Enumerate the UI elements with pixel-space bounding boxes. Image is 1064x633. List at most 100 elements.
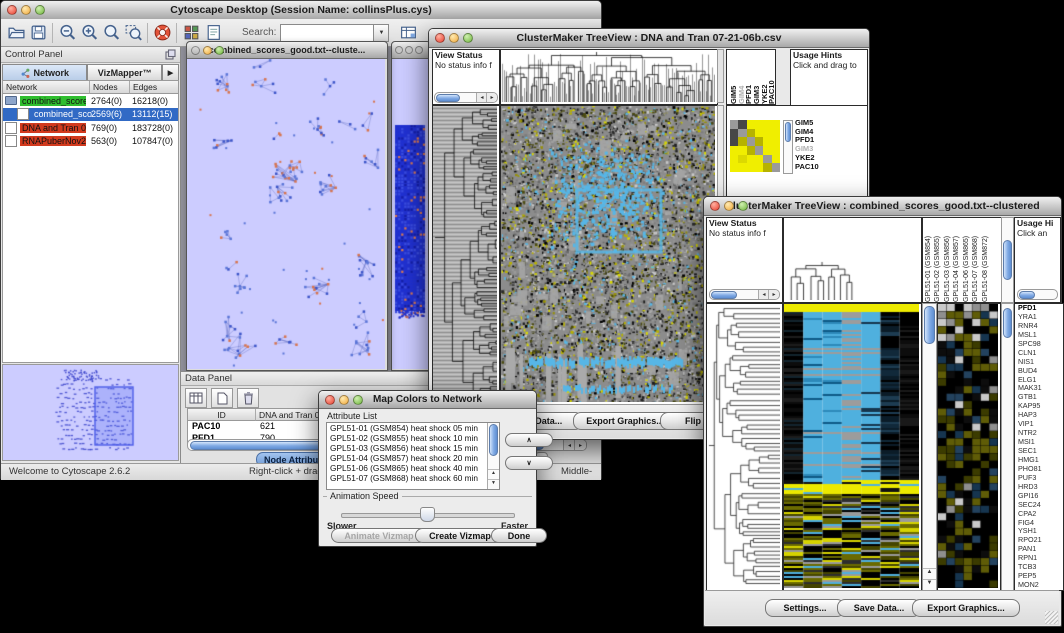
export-graphics-button[interactable]: Export Graphics... [912, 599, 1020, 617]
similarity-cell[interactable] [755, 163, 763, 172]
tv2-gene-vscrollbar[interactable] [1001, 303, 1014, 591]
similarity-cell[interactable] [730, 146, 738, 155]
attribute-list-item[interactable]: GPL51-01 (GSM854) heat shock 05 min [327, 423, 499, 433]
treeview1-titlebar[interactable]: ClusterMaker TreeView : DNA and Tran 07-… [429, 29, 869, 48]
similarity-cell[interactable] [747, 163, 755, 172]
settings-button[interactable]: Settings... [765, 599, 845, 617]
attribute-listbox[interactable]: GPL51-01 (GSM854) heat shock 05 minGPL51… [326, 422, 500, 490]
similarity-cell[interactable] [747, 146, 755, 155]
similarity-cell[interactable] [763, 155, 771, 164]
zoom-window-icon[interactable] [353, 395, 363, 405]
similarity-cell[interactable] [755, 146, 763, 155]
minimize-icon[interactable] [339, 395, 349, 405]
delete-attribute-trash-icon[interactable] [237, 388, 259, 408]
tv1-zoom-vscrollbar[interactable] [783, 120, 793, 174]
similarity-cell[interactable] [738, 129, 746, 138]
similarity-cell[interactable] [763, 137, 771, 146]
similarity-cell[interactable] [738, 120, 746, 129]
select-attributes-icon[interactable] [185, 388, 207, 408]
scroll-right-icon[interactable]: ▸ [486, 93, 497, 102]
tv2-collabel-vscrollbar[interactable] [1001, 217, 1014, 303]
minimize-icon[interactable] [203, 46, 212, 55]
column-header-nodes[interactable]: Nodes [90, 81, 130, 94]
help-lifering-icon[interactable] [151, 22, 173, 44]
minimize-icon[interactable] [405, 46, 413, 54]
network-canvas-2[interactable] [392, 59, 428, 369]
attribute-list-item[interactable]: GPL51-03 (GSM856) heat shock 15 min [327, 443, 499, 453]
column-header-network[interactable]: Network [3, 81, 90, 94]
attribute-list-item[interactable]: GPL51-07 (GSM868) heat shock 60 min [327, 473, 499, 483]
tv1-heatmap[interactable] [500, 105, 718, 405]
close-icon[interactable] [435, 33, 445, 43]
search-input[interactable] [280, 24, 374, 42]
close-icon[interactable] [710, 201, 720, 211]
main-titlebar[interactable]: Cytoscape Desktop (Session Name: collins… [1, 1, 601, 20]
similarity-cell[interactable] [747, 155, 755, 164]
tab-network[interactable]: Network [2, 64, 87, 81]
similarity-cell[interactable] [772, 137, 780, 146]
attribute-list-item[interactable]: GPL51-02 (GSM855) heat shock 10 min [327, 433, 499, 443]
similarity-cell[interactable] [730, 163, 738, 172]
zoom-window-icon[interactable] [215, 46, 224, 55]
similarity-cell[interactable] [763, 146, 771, 155]
tv2-status-scrollbar[interactable]: ◂ ▸ [709, 289, 780, 300]
similarity-cell[interactable] [730, 129, 738, 138]
scroll-up-icon[interactable]: ▲ [923, 568, 936, 579]
zoom-in-icon[interactable] [78, 22, 100, 44]
network-canvas[interactable] [187, 59, 385, 369]
similarity-cell[interactable] [763, 163, 771, 172]
zoom-out-icon[interactable] [56, 22, 78, 44]
tab-overflow-icon[interactable]: ▶ [162, 64, 179, 81]
similarity-cell[interactable] [755, 129, 763, 138]
similarity-cell[interactable] [730, 155, 738, 164]
tv2-row-dendrogram[interactable] [706, 303, 783, 591]
animate-vizmap-button[interactable]: Animate Vizmap [331, 528, 427, 543]
scroll-up-icon[interactable]: ▲ [488, 469, 499, 479]
attribute-list-item[interactable]: GPL51-06 (GSM865) heat shock 40 min [327, 463, 499, 473]
column-header-edges[interactable]: Edges [130, 81, 178, 94]
network-overview-canvas[interactable] [3, 365, 178, 460]
similarity-cell[interactable] [738, 155, 746, 164]
network-list-item[interactable]: DNA and Tran 07769(0)183728(0) [3, 121, 178, 135]
similarity-cell[interactable] [772, 155, 780, 164]
search-dropdown-icon[interactable]: ▼ [374, 24, 389, 42]
network-view-2-titlebar[interactable] [392, 42, 430, 59]
zoom-window-icon[interactable] [35, 5, 45, 15]
minimize-icon[interactable] [724, 201, 734, 211]
tv2-column-dendrogram[interactable] [783, 217, 922, 303]
tv2-heatmap[interactable] [783, 303, 922, 591]
close-icon[interactable] [395, 46, 403, 54]
tv1-row-dendrogram[interactable] [432, 105, 500, 405]
data-column-id[interactable]: ID [188, 409, 256, 421]
save-icon[interactable] [27, 22, 49, 44]
similarity-cell[interactable] [738, 146, 746, 155]
similarity-cell[interactable] [738, 163, 746, 172]
tv2-usage-scrollbar[interactable] [1017, 289, 1058, 300]
close-icon[interactable] [325, 395, 335, 405]
zoom-window-icon[interactable] [738, 201, 748, 211]
zoom-window-icon[interactable] [415, 46, 423, 54]
float-panel-icon[interactable] [165, 49, 176, 60]
similarity-cell[interactable] [747, 137, 755, 146]
similarity-cell[interactable] [772, 163, 780, 172]
tv1-thin-scrollbar[interactable] [717, 49, 724, 103]
similarity-cell[interactable] [730, 120, 738, 129]
open-folder-icon[interactable] [5, 22, 27, 44]
close-icon[interactable] [191, 46, 200, 55]
data-row-id[interactable]: PAC10 [188, 421, 256, 433]
zoom-selected-icon[interactable] [122, 22, 144, 44]
network-list-item[interactable]: RNAPuberNov2+I563(0)107847(0) [3, 135, 178, 149]
similarity-cell[interactable] [772, 129, 780, 138]
slider-thumb[interactable] [420, 507, 435, 522]
similarity-cell[interactable] [763, 120, 771, 129]
tv2-zoom-heatmap[interactable] [937, 303, 1001, 591]
network-overview-panel[interactable] [2, 364, 179, 461]
attribute-list-vscrollbar[interactable]: ▲ ▼ [487, 423, 499, 489]
similarity-cell[interactable] [747, 129, 755, 138]
dialog-titlebar[interactable]: Map Colors to Network [319, 391, 536, 409]
similarity-cell[interactable] [772, 146, 780, 155]
minimize-icon[interactable] [449, 33, 459, 43]
network-view-titlebar[interactable]: combined_scores_good.txt--cluste... [187, 42, 387, 59]
scroll-right-icon[interactable]: ▸ [768, 290, 779, 299]
similarity-cell[interactable] [747, 120, 755, 129]
